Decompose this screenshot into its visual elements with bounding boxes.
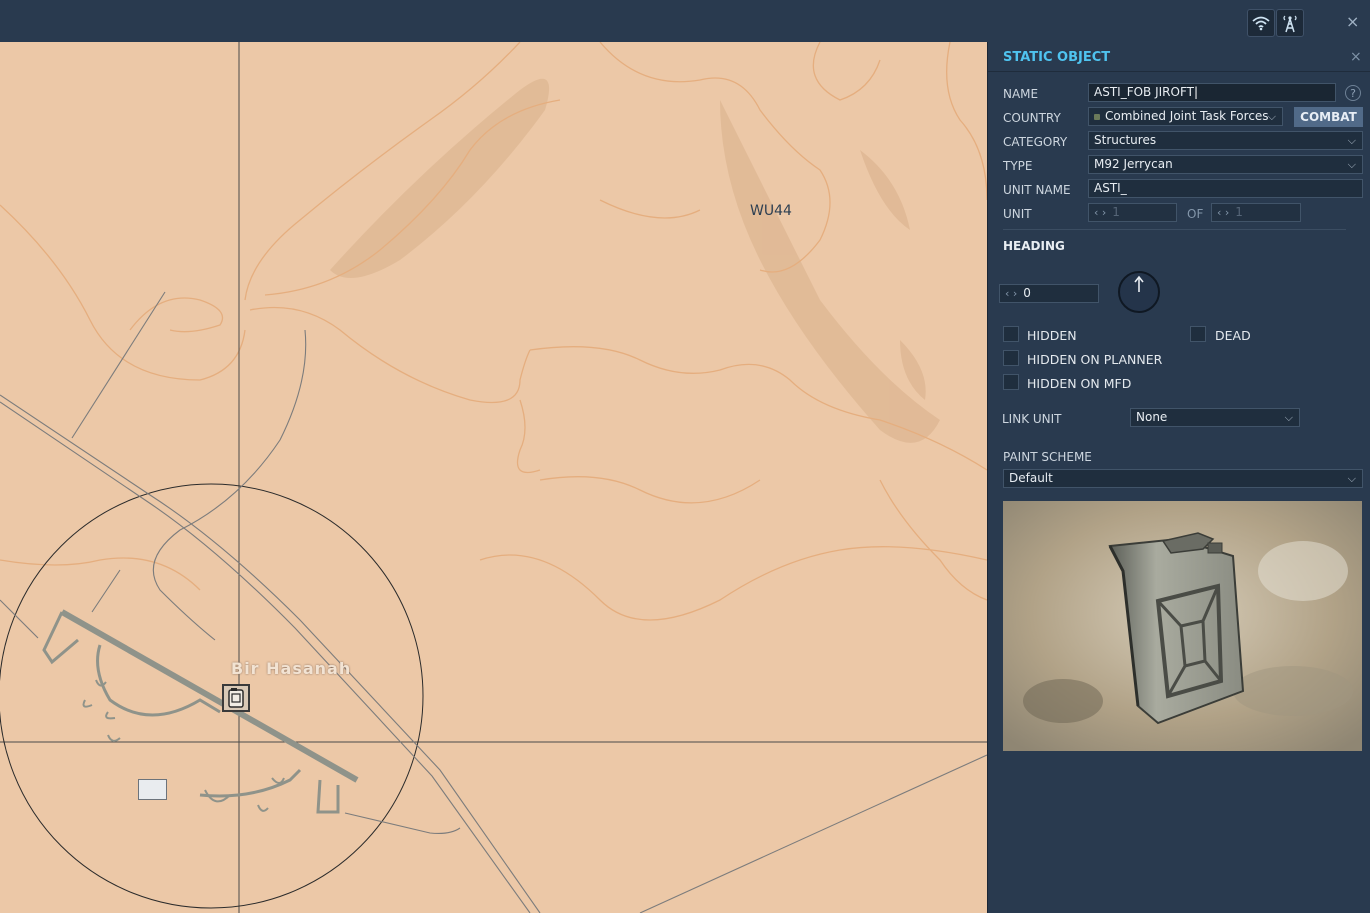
name-input[interactable]: ASTI_FOB JIROFT|	[1088, 83, 1336, 102]
of-value: 1	[1235, 205, 1243, 219]
paint-scheme-select[interactable]: Default ⌵	[1003, 469, 1363, 488]
wifi-button[interactable]	[1247, 9, 1275, 37]
country-label: COUNTRY	[1003, 111, 1061, 125]
top-toolbar: ×	[0, 0, 1370, 42]
type-label: TYPE	[1003, 159, 1033, 173]
heading-arrow-icon	[1134, 275, 1144, 292]
roads	[0, 291, 987, 913]
hidden-label: HIDDEN	[1027, 328, 1077, 343]
type-value: M92 Jerrycan	[1094, 157, 1173, 171]
link-unit-select[interactable]: None ⌵	[1130, 408, 1300, 427]
antenna-tower-icon	[1283, 15, 1297, 33]
unit-spinner[interactable]: ‹ › 1	[1088, 203, 1177, 222]
panel-title: STATIC OBJECT	[1003, 50, 1111, 65]
chevron-down-icon: ⌵	[1347, 472, 1356, 485]
static-object-panel: STATIC OBJECT × NAME ASTI_FOB JIROFT| ? …	[987, 42, 1370, 913]
unit-count-spinner[interactable]: ‹ › 1	[1211, 203, 1301, 222]
antenna-button[interactable]	[1276, 9, 1304, 37]
unit-name-input[interactable]: ASTI_	[1088, 179, 1363, 198]
chevron-down-icon: ⌵	[1267, 110, 1276, 123]
hidden-checkbox[interactable]	[1003, 326, 1019, 342]
map-view[interactable]: WU44 Bir Hasanah	[0, 42, 987, 913]
spinner-arrows-icon: ‹ ›	[1094, 206, 1107, 219]
link-unit-label: LINK UNIT	[1002, 412, 1062, 426]
hidden-on-mfd-checkbox[interactable]	[1003, 374, 1019, 390]
dead-label: DEAD	[1215, 328, 1251, 343]
category-value: Structures	[1094, 133, 1157, 147]
dead-checkbox[interactable]	[1190, 326, 1206, 342]
chevron-down-icon: ⌵	[1284, 411, 1293, 424]
of-label: OF	[1187, 207, 1204, 221]
airbase-label: Bir Hasanah	[231, 659, 352, 678]
airfield	[42, 609, 359, 814]
name-value: ASTI_FOB JIROFT	[1094, 85, 1194, 99]
unit-name-label: UNIT NAME	[1003, 183, 1071, 197]
jerrycan-preview-icon	[1003, 501, 1362, 751]
window-close-icon[interactable]: ×	[1346, 12, 1359, 31]
combat-button[interactable]: COMBAT	[1294, 107, 1363, 127]
category-label: CATEGORY	[1003, 135, 1068, 149]
spinner-arrows-icon: ‹ ›	[1217, 206, 1230, 219]
name-label: NAME	[1003, 87, 1039, 101]
heading-spinner[interactable]: ‹ › 0	[999, 284, 1099, 303]
static-object-marker[interactable]	[138, 779, 167, 800]
link-unit-value: None	[1136, 410, 1168, 424]
unit-name-value: ASTI_	[1094, 181, 1127, 195]
spinner-arrows-icon: ‹ ›	[1005, 287, 1018, 300]
help-icon[interactable]: ?	[1345, 85, 1361, 101]
terrain-shading	[330, 78, 940, 443]
paint-scheme-value: Default	[1009, 471, 1053, 485]
unit-label: UNIT	[1003, 207, 1032, 221]
country-flag-icon	[1094, 113, 1100, 120]
chevron-down-icon: ⌵	[1347, 134, 1356, 147]
hidden-on-planner-checkbox[interactable]	[1003, 350, 1019, 366]
country-select[interactable]: Combined Joint Task Forces ⌵	[1088, 107, 1283, 126]
network-buttons	[1247, 9, 1304, 37]
heading-section-title: HEADING	[1003, 239, 1065, 253]
category-select[interactable]: Structures ⌵	[1088, 131, 1363, 150]
type-select[interactable]: M92 Jerrycan ⌵	[1088, 155, 1363, 174]
grid-square-label: WU44	[750, 203, 792, 219]
paint-scheme-label: PAINT SCHEME	[1003, 450, 1092, 464]
wifi-icon	[1252, 16, 1270, 31]
chevron-down-icon: ⌵	[1347, 158, 1356, 171]
panel-close-icon[interactable]: ×	[1350, 49, 1362, 65]
object-preview-image	[1003, 501, 1362, 751]
hidden-on-planner-label: HIDDEN ON PLANNER	[1027, 352, 1163, 367]
jerrycan-icon	[228, 688, 244, 708]
heading-dial[interactable]	[1118, 271, 1160, 313]
jerrycan-unit-marker[interactable]	[222, 684, 250, 712]
hidden-on-mfd-label: HIDDEN ON MFD	[1027, 376, 1132, 391]
section-divider	[1003, 229, 1346, 230]
heading-value: 0	[1023, 286, 1031, 300]
unit-value: 1	[1112, 205, 1120, 219]
title-divider	[988, 71, 1370, 72]
country-value: Combined Joint Task Forces	[1105, 109, 1269, 123]
